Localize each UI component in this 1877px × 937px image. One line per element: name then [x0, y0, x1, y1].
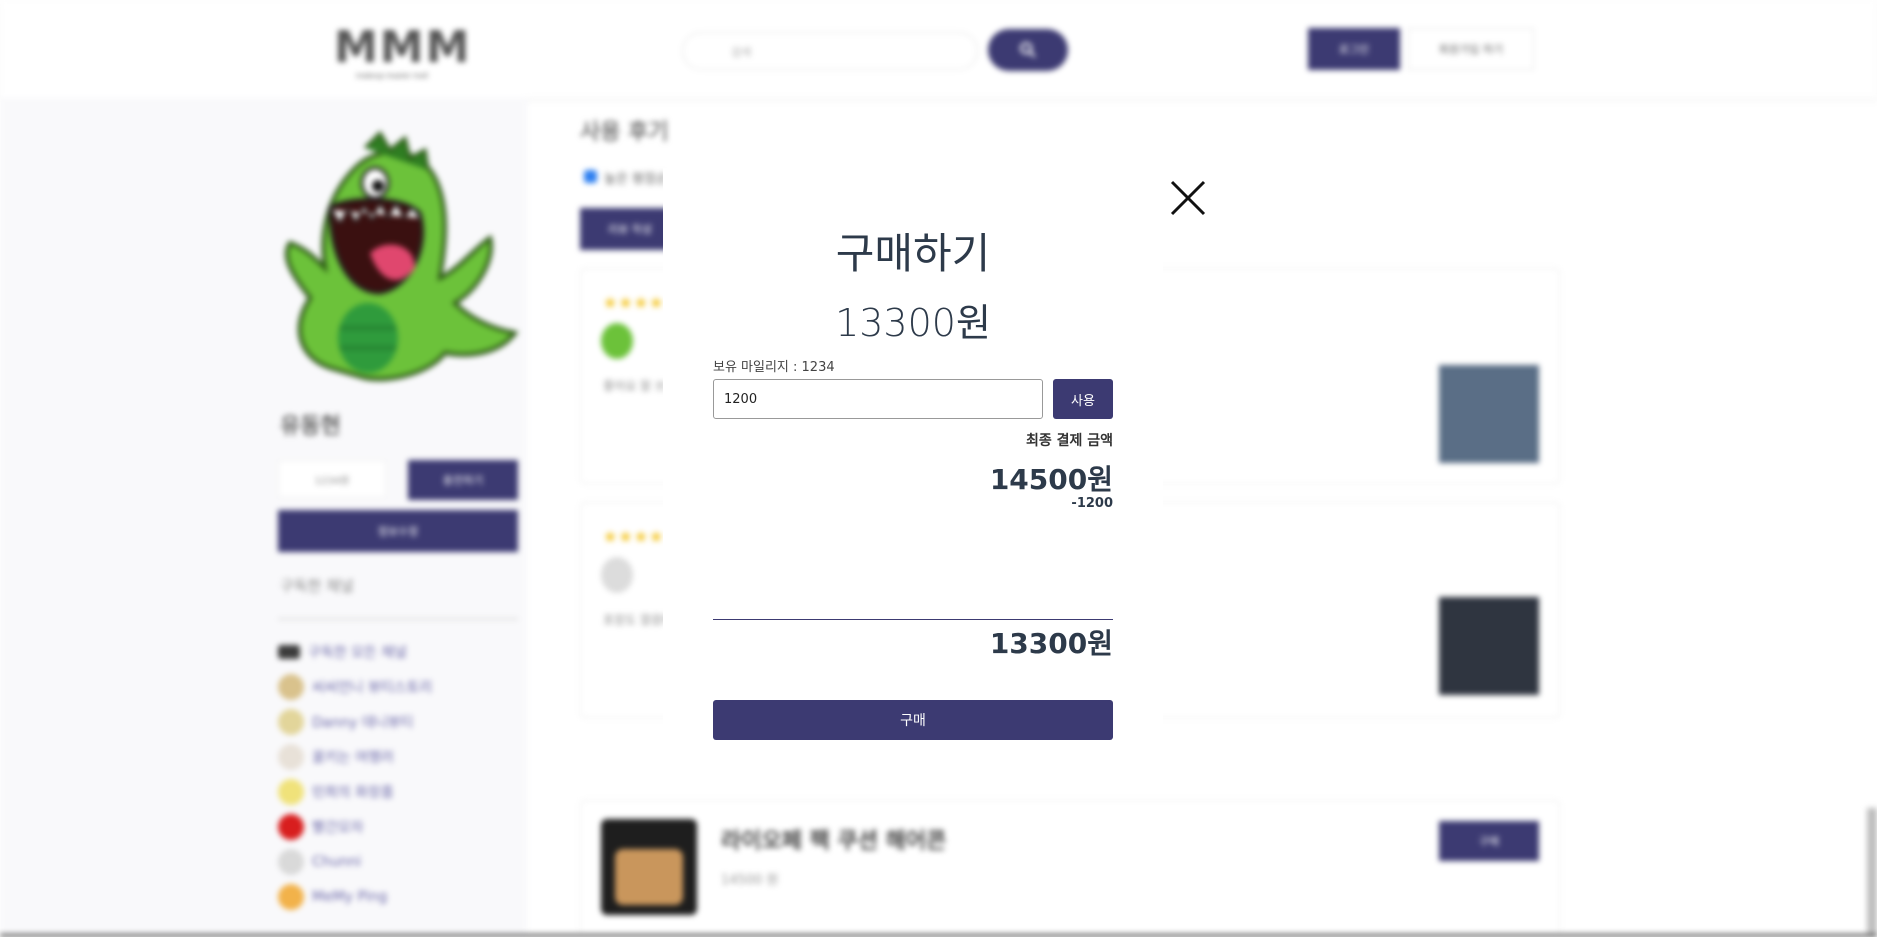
channel-item[interactable]: Chunni [278, 848, 361, 876]
reviewer-avatar [601, 323, 633, 359]
mileage-label: 보유 마일리지 : 1234 [713, 360, 835, 375]
product-image[interactable] [601, 819, 697, 915]
product-card: 라이오페 팩 쿠션 해어콘 14500 원 구매 [580, 800, 1560, 937]
purchase-modal: 구매하기 13300원 보유 마일리지 : 1234 사용 최종 결제 금액 1… [663, 168, 1163, 768]
channel-thumbnail [278, 744, 304, 770]
channel-thumbnail [278, 779, 304, 805]
dinosaur-mascot-image [284, 130, 519, 382]
modal-title: 구매하기 [835, 229, 991, 278]
channel-thumbnail [278, 814, 304, 840]
modal-price: 13300원 [835, 301, 991, 345]
review-section-title: 사용 후기 [580, 120, 669, 145]
channel-thumbnail [278, 645, 300, 659]
use-mileage-button[interactable]: 사용 [1053, 379, 1113, 419]
mileage-input[interactable] [713, 379, 1043, 419]
channel-thumbnail [278, 884, 304, 910]
mileage-discount: -1200 [1071, 496, 1113, 511]
product-price: 14500 원 [721, 873, 779, 888]
channel-item[interactable]: 꿀키는 여행러 [278, 743, 394, 771]
channel-thumbnail [278, 709, 304, 735]
channel-thumbnail [278, 674, 304, 700]
login-button[interactable]: 로그인 [1308, 28, 1400, 70]
final-amount-label: 최종 결제 금액 [1025, 433, 1113, 449]
channel-item[interactable]: MeMy Ping [278, 883, 387, 911]
review-photo[interactable] [1439, 365, 1539, 463]
search-button[interactable] [988, 29, 1068, 71]
sort-checkbox-label: 높은 평점순 [604, 172, 668, 187]
reviewer-avatar [601, 557, 633, 593]
subtotal-amount: 14500원 [989, 463, 1113, 496]
purchase-button[interactable]: 구매 [713, 700, 1113, 740]
top-navigation-bar: MMM makeup master mall 검색 로그인 회원가입 하기 [0, 0, 1877, 98]
mileage-balance: 1234원 [278, 460, 386, 498]
channel-item[interactable]: Danny 데니뷰티 [278, 708, 413, 736]
user-name: 유동현 [280, 414, 341, 439]
sort-checkbox[interactable] [584, 170, 597, 183]
edit-profile-button[interactable]: 정보수정 [278, 510, 518, 552]
site-logo[interactable]: MMM makeup master mall [334, 24, 469, 81]
channel-item[interactable]: 빨간모자 [278, 813, 364, 841]
search-icon [1020, 42, 1036, 58]
channel-item[interactable]: 민희의 화장품 [278, 778, 394, 806]
scrollbar-thumb[interactable] [1867, 808, 1877, 937]
close-icon[interactable] [1168, 178, 1208, 218]
review-photo[interactable] [1439, 597, 1539, 695]
divider [713, 619, 1113, 620]
total-amount: 13300원 [989, 627, 1113, 660]
channel-thumbnail [278, 849, 304, 875]
product-buy-button[interactable]: 구매 [1439, 821, 1539, 861]
signup-button[interactable]: 회원가입 하기 [1408, 28, 1534, 70]
channel-item[interactable]: 씨씨언니 뷰티스토리 [278, 673, 432, 701]
subscribed-channels-title: 구독한 채널 [280, 577, 354, 595]
product-name: 라이오페 팩 쿠션 해어콘 [721, 829, 947, 854]
channel-item[interactable]: 구독한 모든 채널 [278, 638, 407, 666]
search-input[interactable]: 검색 [682, 32, 978, 70]
charge-button[interactable]: 충전하기 [408, 460, 518, 500]
divider [278, 618, 518, 620]
